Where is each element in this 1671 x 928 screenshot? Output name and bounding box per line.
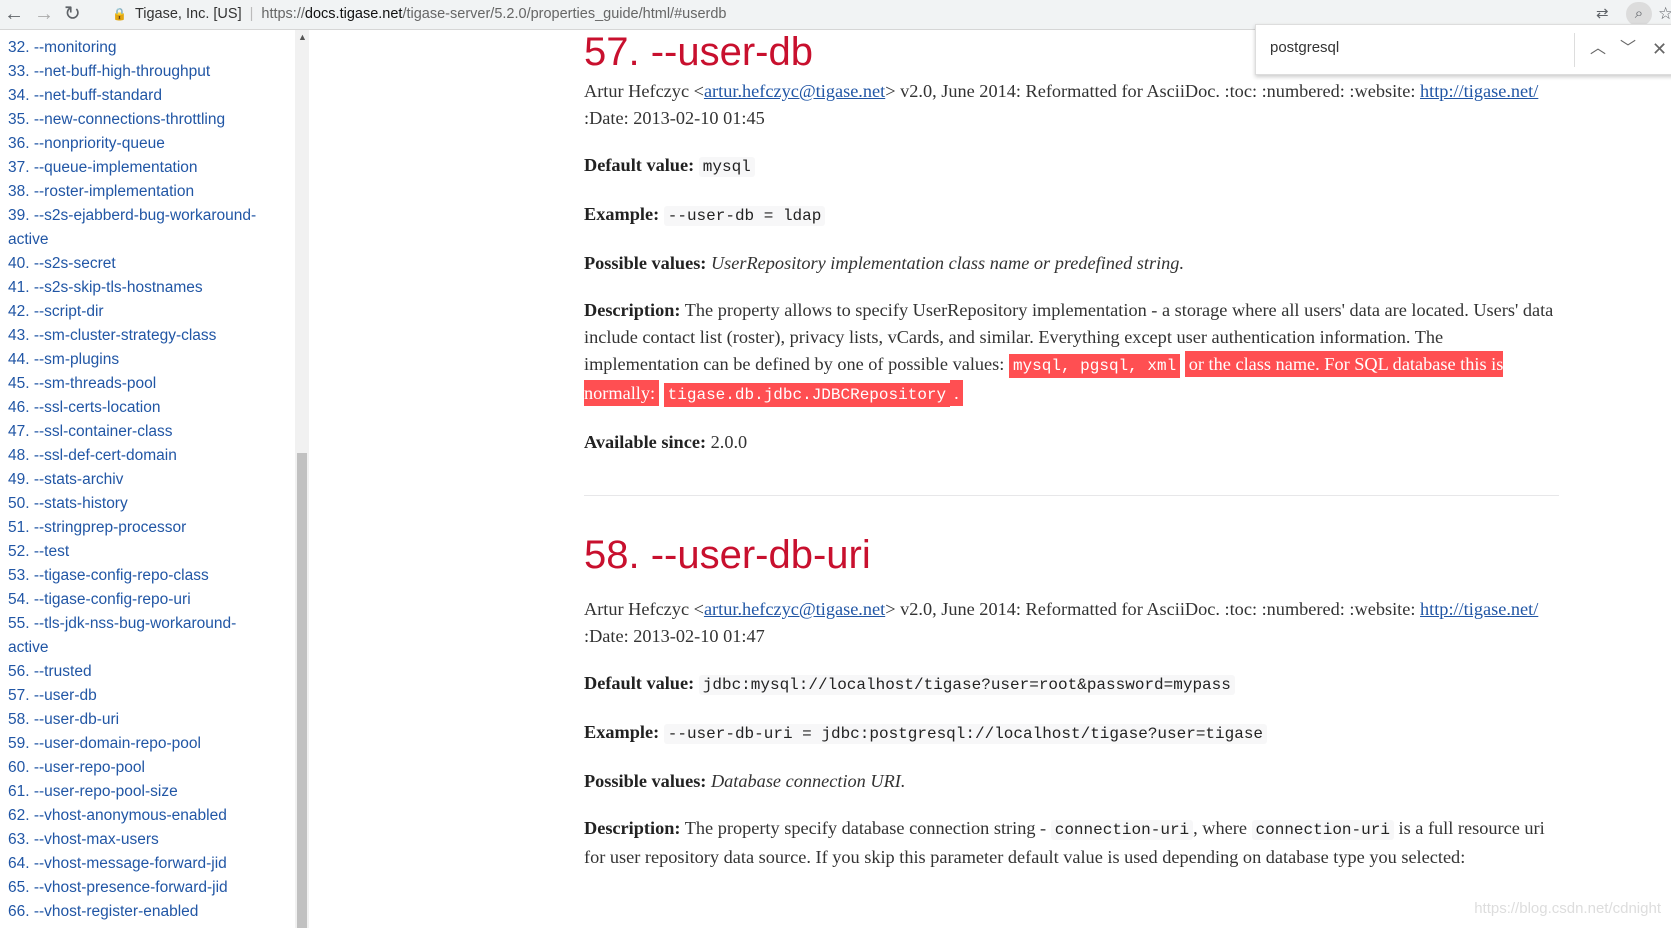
url-host: docs.tigase.net — [304, 6, 403, 22]
toc-item[interactable]: 66. --vhost-register-enabled — [8, 900, 273, 924]
description: Description: The property specify databa… — [584, 818, 1545, 867]
toc-item[interactable]: 61. --user-repo-pool-size — [8, 780, 273, 804]
toc-item[interactable]: 37. --queue-implementation — [8, 156, 273, 180]
site-info[interactable]: Tigase, Inc. [US] — [135, 6, 242, 22]
toc-item[interactable]: 44. --sm-plugins — [8, 348, 273, 372]
find-match: tigase.db.jdbc.JDBCRepository — [663, 383, 951, 407]
find-next-chevron-down-icon[interactable]: ﹀ — [1620, 37, 1636, 61]
website-link[interactable]: http://tigase.net/ — [1420, 81, 1538, 101]
website-link[interactable]: http://tigase.net/ — [1420, 599, 1538, 619]
forward-icon[interactable]: → — [34, 2, 54, 26]
find-match: mysql, pgsql, xml — [1008, 354, 1181, 378]
scroll-up-arrow-icon[interactable]: ▲ — [298, 32, 307, 42]
toc-item[interactable]: 65. --vhost-presence-forward-jid — [8, 876, 273, 900]
divider — [584, 495, 1559, 496]
default-value: Default value: jdbc:mysql://localhost/ti… — [584, 670, 1559, 699]
toc-item[interactable]: 33. --net-buff-high-throughput — [8, 60, 273, 84]
toc-item[interactable]: 63. --vhost-max-users — [8, 828, 273, 852]
possible-values: Possible values: UserRepository implemen… — [584, 253, 1185, 273]
toc-item[interactable]: 42. --script-dir — [8, 300, 273, 324]
find-input[interactable]: postgresql — [1270, 39, 1339, 56]
email-link[interactable]: artur.hefczyc@tigase.net — [704, 81, 885, 101]
toc-item[interactable]: 58. --user-db-uri — [8, 708, 273, 732]
toc-item[interactable]: 39. --s2s-ejabberd-bug-workaround-active — [8, 204, 273, 252]
available-since: Available since: 2.0.0 — [584, 432, 748, 452]
url-scheme: https:// — [261, 6, 305, 22]
toc-item[interactable]: 46. --ssl-certs-location — [8, 396, 273, 420]
toc-item[interactable]: 54. --tigase-config-repo-uri — [8, 588, 273, 612]
example: Example: --user-db = ldap — [584, 201, 1559, 230]
toc-item[interactable]: 50. --stats-history — [8, 492, 273, 516]
toc-item[interactable]: 53. --tigase-config-repo-class — [8, 564, 273, 588]
lock-icon: 🔒 — [112, 7, 127, 21]
toc-item[interactable]: 52. --test — [8, 540, 273, 564]
toc-item[interactable]: 45. --sm-threads-pool — [8, 372, 273, 396]
toc-item[interactable]: 36. --nonpriority-queue — [8, 132, 273, 156]
reload-icon[interactable]: ↻ — [64, 2, 81, 26]
watermark: https://blog.csdn.net/cdnight — [1474, 900, 1661, 917]
email-link[interactable]: artur.hefczyc@tigase.net — [704, 599, 885, 619]
toc-item[interactable]: 55. --tls-jdk-nss-bug-workaround-active — [8, 612, 273, 660]
section-title: 58. --user-db-uri — [584, 533, 871, 577]
sidebar-scrollbar[interactable]: ▲ — [295, 30, 309, 928]
toc-sidebar: 32. --monitoring 33. --net-buff-high-thro… — [0, 30, 295, 928]
url-path: /tigase-server/5.2.0/properties_guide/ht… — [402, 6, 727, 22]
find-bar: postgresql ︿ ﹀ ✕ — [1255, 24, 1671, 75]
toc-item[interactable]: 40. --s2s-secret — [8, 252, 273, 276]
toc-item[interactable]: 49. --stats-archiv — [8, 468, 273, 492]
toc-item[interactable]: 34. --net-buff-standard — [8, 84, 273, 108]
star-icon[interactable]: ☆ — [1658, 2, 1671, 26]
scroll-thumb[interactable] — [297, 453, 307, 928]
find-close-icon[interactable]: ✕ — [1652, 37, 1667, 61]
toc-item[interactable]: 51. --stringprep-processor — [8, 516, 273, 540]
toc-item[interactable]: 35. --new-connections-throttling — [8, 108, 273, 132]
toc-item[interactable]: 59. --user-domain-repo-pool — [8, 732, 273, 756]
possible-values: Possible values: Database connection URI… — [584, 771, 906, 791]
toc-item[interactable]: 64. --vhost-message-forward-jid — [8, 852, 273, 876]
author-line: Artur Hefczyc <artur.hefczyc@tigase.net>… — [584, 599, 1539, 646]
translate-icon[interactable]: ⇄ — [1596, 2, 1609, 26]
toc-item[interactable]: 56. --trusted — [8, 660, 273, 684]
toc-item[interactable]: 60. --user-repo-pool — [8, 756, 273, 780]
toc-item[interactable]: 47. --ssl-container-class — [8, 420, 273, 444]
toc-item[interactable]: 57. --user-db — [8, 684, 273, 708]
default-value: Default value: mysql — [584, 152, 1559, 181]
find-previous-chevron-up-icon[interactable]: ︿ — [1590, 37, 1606, 61]
author-line: Artur Hefczyc <artur.hefczyc@tigase.net>… — [584, 81, 1539, 128]
toc-item[interactable]: 41. --s2s-skip-tls-hostnames — [8, 276, 273, 300]
main-content: 57. --user-db Artur Hefczyc <artur.hefcz… — [584, 28, 1559, 891]
find-icon[interactable]: ⌕ — [1626, 2, 1652, 26]
toc-item[interactable]: 62. --vhost-anonymous-enabled — [8, 804, 273, 828]
address-bar[interactable]: 🔒 Tigase, Inc. [US] | https://docs.tigase.n… — [112, 4, 726, 24]
toc-item[interactable]: 48. --ssl-def-cert-domain — [8, 444, 273, 468]
back-icon[interactable]: ← — [4, 2, 24, 26]
toc-item[interactable]: 32. --monitoring — [8, 36, 273, 60]
description: Description: The property allows to spec… — [584, 297, 1559, 409]
example: Example: --user-db-uri = jdbc:postgresql… — [584, 719, 1559, 748]
toc-item[interactable]: 43. --sm-cluster-strategy-class — [8, 324, 273, 348]
toc-item[interactable]: 38. --roster-implementation — [8, 180, 273, 204]
